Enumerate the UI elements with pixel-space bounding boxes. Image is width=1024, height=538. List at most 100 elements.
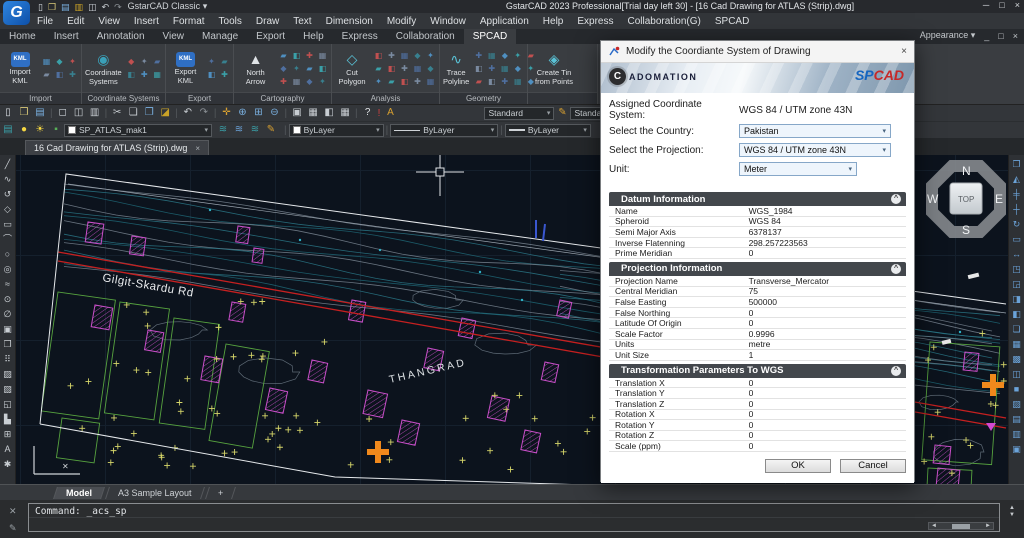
country-select[interactable]: Pakistan▾ <box>739 124 891 138</box>
style-flag-icon[interactable]: A <box>382 105 398 121</box>
create-tin-button[interactable]: ◈Create Tinfrom Points <box>531 50 577 86</box>
ribbon-tool-icon[interactable]: ◧ <box>206 69 217 80</box>
zoom-in-icon[interactable]: ⊕ <box>234 105 250 121</box>
layer-properties-icon[interactable]: ▤ <box>0 122 16 138</box>
doc-minimize-button[interactable]: _ <box>984 31 989 41</box>
layout-tab-add[interactable]: + <box>205 487 236 499</box>
import-button[interactable]: KMLImportKML <box>3 52 37 85</box>
move-icon[interactable]: ┼ <box>1013 202 1019 217</box>
sheet-set-icon[interactable]: ▦ <box>305 105 321 121</box>
print-icon[interactable]: ◫ <box>88 2 97 12</box>
section-header[interactable]: Transformation Parameters To WGS^ <box>609 364 906 378</box>
maximize-button[interactable]: □ <box>999 0 1004 10</box>
linetype-select[interactable]: ByLayer▾ <box>390 124 498 137</box>
ribbon-tab-manage[interactable]: Manage <box>193 29 247 44</box>
plot-preview-icon[interactable]: ◻ <box>55 105 71 121</box>
ellipse-icon[interactable]: ⊙ <box>4 292 12 307</box>
ribbon-tool-icon[interactable]: ▰ <box>219 56 230 67</box>
layout-tab-model[interactable]: Model <box>53 487 105 499</box>
polygon-icon[interactable]: ◇ <box>4 202 11 217</box>
ribbon-tool-icon[interactable]: ◧ <box>473 63 484 74</box>
coordinate-button[interactable]: ◉CoordinateSystems <box>85 50 122 86</box>
ribbon-tool-icon[interactable]: ◆ <box>126 56 137 67</box>
cut-button[interactable]: ◇CutPolygon <box>335 50 369 86</box>
plot-icon[interactable]: ◫ <box>71 105 87 121</box>
ribbon-tool-icon[interactable]: ✚ <box>67 69 78 80</box>
pan-icon[interactable]: ✛ <box>218 105 234 121</box>
extend-icon[interactable]: ◲ <box>1012 277 1021 292</box>
ribbon-tool-icon[interactable]: ✦ <box>67 56 78 67</box>
projection-select[interactable]: WGS 84 / UTM zone 43N▾ <box>739 143 891 157</box>
collapse-icon[interactable]: ^ <box>891 366 901 376</box>
ribbon-tool-icon[interactable]: ◆ <box>304 76 315 87</box>
mirror-icon[interactable]: ◭ <box>1013 172 1020 187</box>
trace-button[interactable]: ∿TracePolyline <box>443 50 469 86</box>
ribbon-tool-icon[interactable]: ▦ <box>291 76 302 87</box>
viewcube-south-label[interactable]: S <box>962 223 970 237</box>
layer-unisolate-icon[interactable]: ≋ <box>247 122 263 138</box>
open-folder-icon[interactable]: ❒ <box>16 105 32 121</box>
menu-application[interactable]: Application <box>473 15 536 28</box>
ribbon-tool-icon[interactable]: ▦ <box>412 63 423 74</box>
command-input[interactable] <box>29 518 999 532</box>
ribbon-tab-collaboration[interactable]: Collaboration <box>387 29 464 44</box>
ribbon-tool-icon[interactable]: ✚ <box>278 76 289 87</box>
ribbon-tool-icon[interactable]: ✚ <box>486 63 497 74</box>
circle-icon[interactable]: ○ <box>5 247 10 262</box>
workspace-style-select[interactable]: GstarCAD Classic ▾ <box>128 1 208 12</box>
table-icon[interactable]: ⊞ <box>4 427 12 442</box>
erase-icon[interactable]: ■ <box>1014 382 1019 397</box>
ribbon-tool-icon[interactable]: ✦ <box>206 56 217 67</box>
point-icon[interactable]: ⠿ <box>4 352 11 367</box>
ribbon-tool-icon[interactable]: ◆ <box>499 50 510 61</box>
ribbon-tool-icon[interactable]: ▦ <box>399 50 410 61</box>
insert-block-icon[interactable]: ▣ <box>3 322 12 337</box>
menu-window[interactable]: Window <box>423 15 473 28</box>
polyline-icon[interactable]: ∿ <box>4 172 12 187</box>
copy-icon[interactable]: ❏ <box>125 105 141 121</box>
ribbon-tool-icon[interactable]: ✚ <box>412 76 423 87</box>
ribbon-tool-icon[interactable]: ▦ <box>499 63 510 74</box>
menu-dimension[interactable]: Dimension <box>319 15 380 28</box>
ribbon-tool-icon[interactable]: ✦ <box>512 50 523 61</box>
ribbon-tool-icon[interactable]: ✦ <box>139 56 150 67</box>
multipoint-icon[interactable]: ✱ <box>4 457 12 472</box>
ellipse-arc-icon[interactable]: ∅ <box>4 307 12 322</box>
ribbon-tool-icon[interactable]: ▦ <box>152 69 163 80</box>
ribbon-tool-icon[interactable]: ◆ <box>54 56 65 67</box>
ribbon-tool-icon[interactable]: ✦ <box>291 63 302 74</box>
region-icon[interactable]: ◱ <box>3 397 12 412</box>
fillet-icon[interactable]: ❏ <box>1012 322 1020 337</box>
undo-icon[interactable]: ↶ <box>180 105 196 121</box>
ungroup-icon[interactable]: ▥ <box>1012 427 1021 442</box>
dialog-close-button[interactable]: × <box>901 46 907 57</box>
minimize-button[interactable]: ─ <box>983 0 989 10</box>
unit-select[interactable]: Meter▾ <box>739 162 857 176</box>
hatch-edit-icon[interactable]: ▨ <box>1012 397 1021 412</box>
command-edit-icon[interactable]: ✎ <box>9 523 17 534</box>
revcloud-icon[interactable]: ↺ <box>4 187 12 202</box>
redo-icon[interactable]: ↷ <box>114 2 122 12</box>
arc-icon[interactable]: ⌒ <box>3 232 12 247</box>
ribbon-tool-icon[interactable]: ▰ <box>304 63 315 74</box>
menu-view[interactable]: View <box>91 15 127 28</box>
export-button[interactable]: KMLExportKML <box>169 52 202 85</box>
save-all-icon[interactable]: ▥ <box>75 2 84 12</box>
layer-select[interactable]: SP_ATLAS_mak1▾ <box>64 124 212 137</box>
cut-icon[interactable]: ✂ <box>109 105 125 121</box>
color-select[interactable]: ByLayer▾ <box>289 124 384 137</box>
ribbon-tool-icon[interactable]: ▰ <box>152 56 163 67</box>
ribbon-tool-icon[interactable]: ◧ <box>126 69 137 80</box>
viewcube-top-label[interactable]: TOP <box>958 195 974 204</box>
section-header[interactable]: Datum Information^ <box>609 192 906 206</box>
viewcube-west-label[interactable]: W <box>927 192 939 206</box>
calculator-icon[interactable]: ▦ <box>337 105 353 121</box>
ribbon-tool-icon[interactable]: ✚ <box>473 50 484 61</box>
properties-icon[interactable]: ▣ <box>289 105 305 121</box>
ribbon-tool-icon[interactable]: ▰ <box>278 50 289 61</box>
ribbon-tool-icon[interactable]: ▦ <box>512 76 523 87</box>
zoom-previous-icon[interactable]: ⊖ <box>266 105 282 121</box>
ribbon-tool-icon[interactable]: ✦ <box>317 76 328 87</box>
ribbon-tool-icon[interactable]: ◧ <box>373 50 384 61</box>
menu-collaborationg[interactable]: Collaboration(G) <box>621 15 708 28</box>
